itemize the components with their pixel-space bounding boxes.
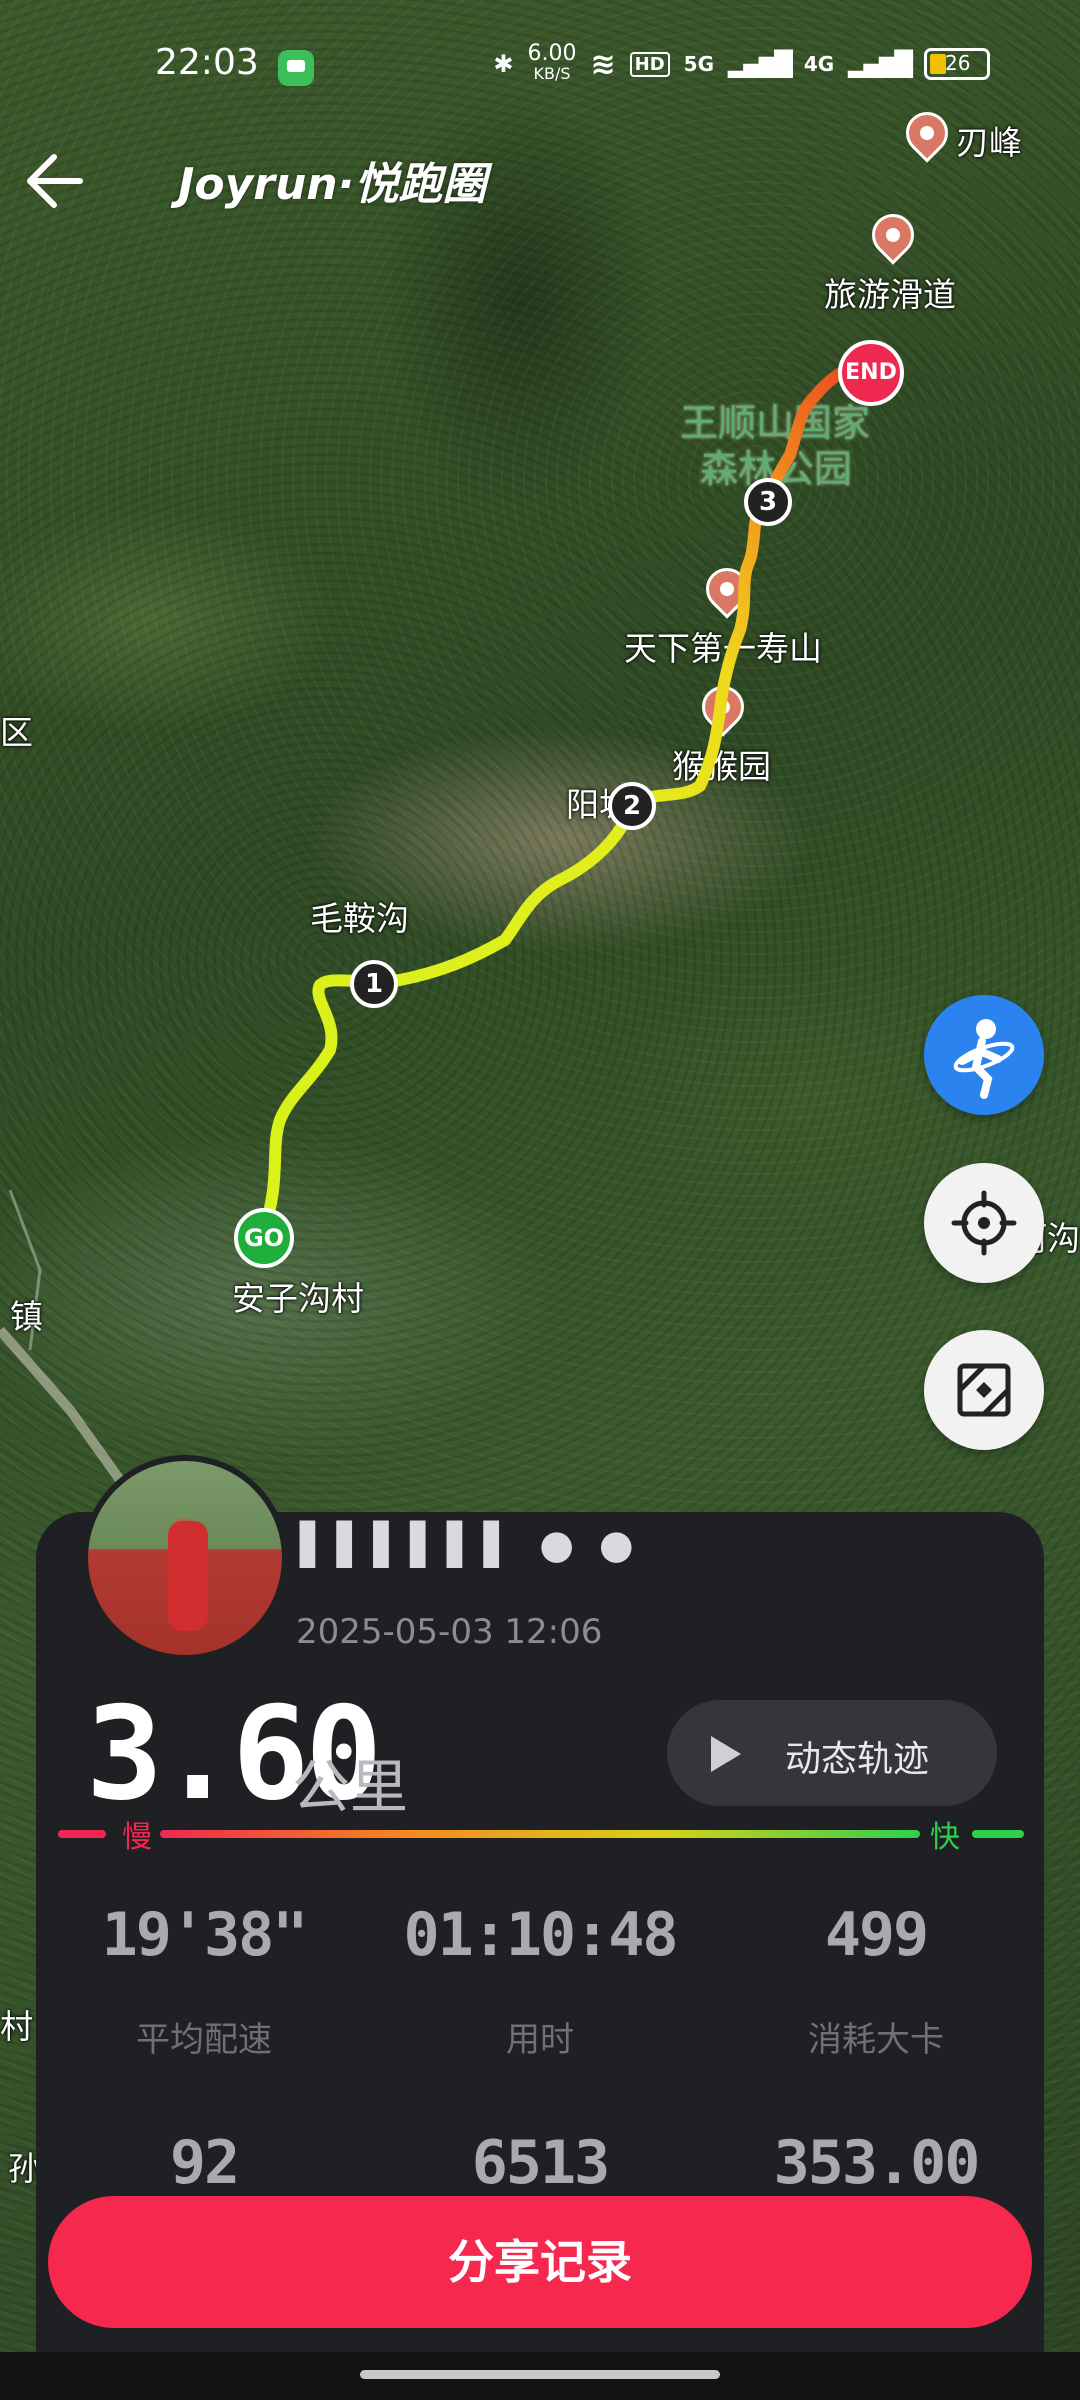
signal-bars-icon: ▂▄▆█ <box>848 50 913 78</box>
message-notification-icon <box>278 50 314 86</box>
status-time: 22:03 <box>155 42 259 83</box>
app-logo: Joyrun·悦跑圈 <box>178 159 487 210</box>
bluetooth-icon: ✱ <box>493 50 514 78</box>
home-gesture-handle[interactable] <box>360 2370 720 2379</box>
runner-icon <box>953 1019 1015 1099</box>
calories-value: 499 <box>824 1900 929 1970</box>
signal-bars-icon: ▂▄▆█ <box>728 50 793 78</box>
wifi-icon: ≋ <box>590 46 616 82</box>
km-marker-2[interactable]: 2 <box>608 782 656 830</box>
battery-fill <box>930 54 946 74</box>
expand-button[interactable] <box>924 1330 1044 1450</box>
network-speed: 6.00 KB/S <box>527 41 577 84</box>
network-speed-value: 6.00 <box>527 41 577 66</box>
crosshair-icon <box>951 1190 1017 1256</box>
share-record-button[interactable]: 分享记录 <box>48 2196 1032 2328</box>
run-date: 2025-05-03 12:06 <box>296 1612 603 1652</box>
route-track <box>256 360 858 1242</box>
start-marker[interactable]: GO <box>234 1208 294 1268</box>
end-marker[interactable]: END <box>838 340 904 406</box>
map-label-edge: 村 <box>0 2007 33 2046</box>
stat-row2-value-2: 6513 <box>471 2128 611 2198</box>
km-marker-1[interactable]: 1 <box>350 960 398 1008</box>
pace-color-scale <box>58 1830 1024 1838</box>
arrow-left-icon <box>27 154 83 208</box>
replay-track-label: 动态轨迹 <box>785 1739 930 1780</box>
back-button[interactable] <box>20 145 92 217</box>
replay-track-button[interactable]: 动态轨迹 <box>667 1700 997 1806</box>
stat-row2-value-1: 92 <box>169 2128 240 2198</box>
user-name[interactable]: ▌▌▌▌▌▌ ● ● <box>300 1522 640 1568</box>
avatar-figure <box>168 1521 208 1631</box>
hd-icon: HD <box>629 51 670 77</box>
network-speed-unit: KB/S <box>533 64 571 83</box>
play-icon <box>711 1736 741 1772</box>
locate-button[interactable] <box>924 1163 1044 1283</box>
avg-pace-label: 平均配速 <box>136 2020 272 2060</box>
duration-label: 用时 <box>506 2020 574 2060</box>
avg-pace-value: 19'38" <box>101 1900 309 1970</box>
battery-icon: 26 <box>924 48 990 80</box>
stat-row2-value-3: 353.00 <box>773 2128 981 2198</box>
signal-4g-icon: 4G <box>803 52 835 76</box>
expand-icon <box>957 1363 1011 1417</box>
avatar[interactable] <box>82 1455 288 1661</box>
battery-level: 26 <box>945 51 971 75</box>
status-bar: 22:03 ✱ 6.00 KB/S ≋ HD 5G ▂▄▆█ 4G ▂▄▆█ 2… <box>0 38 1080 98</box>
signal-5g-icon: 5G <box>683 52 714 76</box>
status-icons: ✱ 6.00 KB/S ≋ HD 5G ▂▄▆█ 4G ▂▄▆█ 26 <box>493 41 990 84</box>
distance-unit: 公里 <box>292 1753 409 1821</box>
pace-fast-label: 快 <box>930 1820 960 1855</box>
km-marker-3[interactable]: 3 <box>744 478 792 526</box>
duration-value: 01:10:48 <box>403 1900 679 1970</box>
mode-toggle-button[interactable] <box>924 995 1044 1115</box>
calories-label: 消耗大卡 <box>808 2020 944 2060</box>
pace-slow-label: 慢 <box>122 1820 152 1855</box>
